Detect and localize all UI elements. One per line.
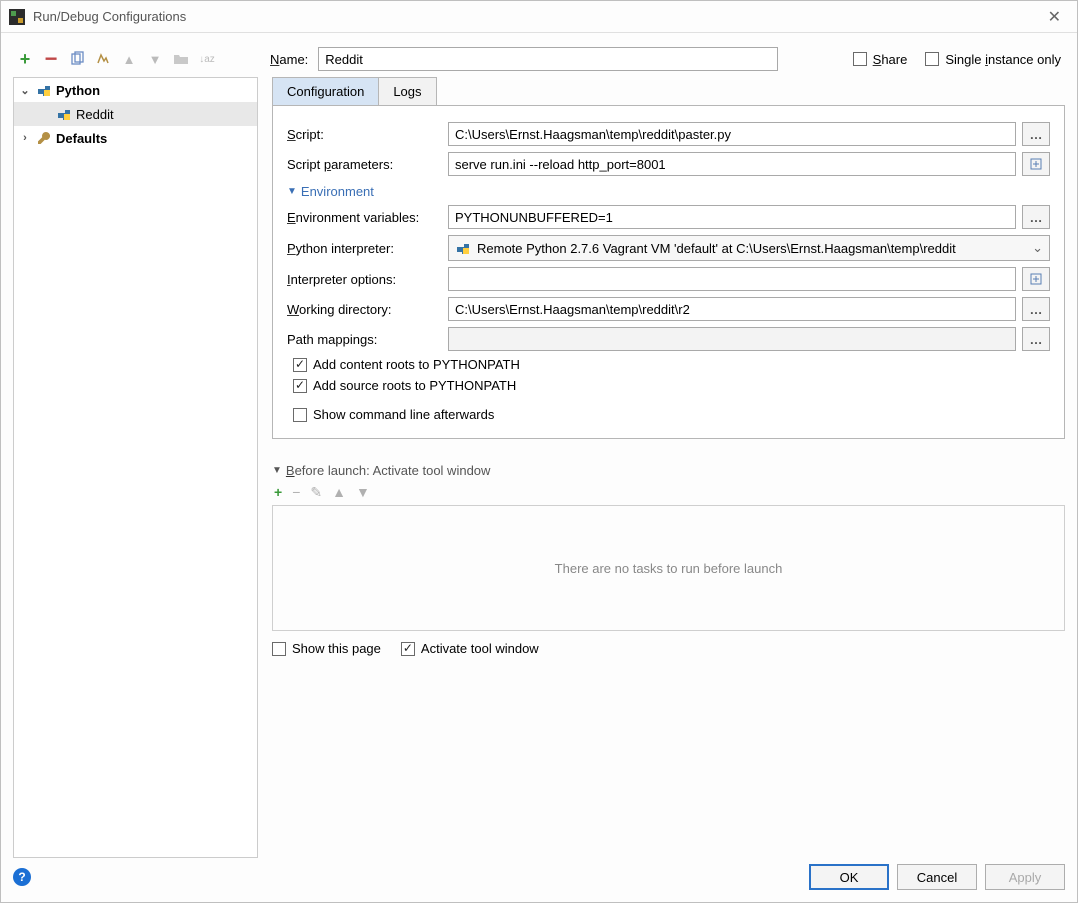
envvars-label: Environment variables: — [287, 210, 442, 225]
tasks-list: There are no tasks to run before launch — [272, 505, 1065, 631]
copy-config-button[interactable] — [67, 49, 87, 69]
expand-params-button[interactable] — [1022, 152, 1050, 176]
config-toolbar: + − ▲ ▼ ↓az — [13, 45, 258, 73]
pathmap-input[interactable] — [448, 327, 1016, 351]
before-launch-toolbar: + − ✎ ▲ ▼ — [272, 480, 1065, 505]
settings-icon[interactable] — [93, 49, 113, 69]
browse-workdir-button[interactable]: … — [1022, 297, 1050, 321]
folder-icon[interactable] — [171, 49, 191, 69]
dialog-body: + − ▲ ▼ ↓az Name: Share Single instance … — [1, 33, 1077, 902]
wrench-icon — [36, 130, 52, 146]
interpreter-label: Python interpreter: — [287, 241, 442, 256]
envvars-input[interactable] — [448, 205, 1016, 229]
name-label: Name: — [270, 52, 308, 67]
move-down-icon[interactable]: ▼ — [145, 49, 165, 69]
window-title: Run/Debug Configurations — [33, 9, 186, 24]
tree-item-defaults[interactable]: › Defaults — [14, 126, 257, 150]
config-panel: Configuration Logs Script: … Script para… — [258, 77, 1065, 858]
remove-task-button[interactable]: − — [292, 484, 300, 501]
before-launch-header[interactable]: ▼Before launch: Activate tool window — [272, 463, 1065, 478]
single-instance-checkbox[interactable]: Single instance only — [925, 52, 1061, 67]
dialog-window: Run/Debug Configurations ✕ + − ▲ ▼ ↓az N… — [0, 0, 1078, 903]
script-label: Script: — [287, 127, 442, 142]
configuration-panel: Script: … Script parameters: ▼Environmen… — [272, 106, 1065, 439]
tab-configuration[interactable]: Configuration — [272, 77, 379, 105]
expand-icon[interactable]: ⌄ — [18, 84, 32, 97]
empty-tasks-label: There are no tasks to run before launch — [555, 561, 783, 576]
remove-config-button[interactable]: − — [41, 49, 61, 69]
sort-az-icon[interactable]: ↓az — [197, 49, 217, 69]
tree-label: Python — [56, 83, 100, 98]
dialog-footer: ? OK Cancel Apply — [13, 858, 1065, 890]
tree-item-python[interactable]: ⌄ Python — [14, 78, 257, 102]
interp-opts-input[interactable] — [448, 267, 1016, 291]
show-this-page-checkbox[interactable]: Show this page — [272, 641, 381, 656]
python-icon — [455, 240, 471, 256]
interpreter-dropdown[interactable]: Remote Python 2.7.6 Vagrant VM 'default'… — [448, 235, 1050, 261]
python-icon — [56, 106, 72, 122]
python-icon — [36, 82, 52, 98]
add-content-roots-checkbox[interactable]: Add content roots to PYTHONPATH — [293, 357, 520, 372]
script-params-input[interactable] — [448, 152, 1016, 176]
interpreter-value: Remote Python 2.7.6 Vagrant VM 'default'… — [477, 241, 956, 256]
edit-envvars-button[interactable]: … — [1022, 205, 1050, 229]
ok-button[interactable]: OK — [809, 864, 889, 890]
config-tree: ⌄ Python Reddit › Defaults — [13, 77, 258, 858]
interp-opts-label: Interpreter options: — [287, 272, 442, 287]
close-icon[interactable]: ✕ — [1040, 5, 1069, 29]
activate-tool-window-checkbox[interactable]: Activate tool window — [401, 641, 539, 656]
tree-label: Defaults — [56, 131, 107, 146]
task-down-button[interactable]: ▼ — [356, 484, 370, 501]
tab-logs[interactable]: Logs — [378, 77, 436, 105]
task-up-button[interactable]: ▲ — [332, 484, 346, 501]
edit-pathmap-button[interactable]: … — [1022, 327, 1050, 351]
add-config-button[interactable]: + — [15, 49, 35, 69]
pathmap-label: Path mappings: — [287, 332, 442, 347]
name-input[interactable] — [318, 47, 778, 71]
help-icon[interactable]: ? — [13, 868, 31, 886]
app-icon — [9, 9, 25, 25]
show-cmdline-checkbox[interactable]: Show command line afterwards — [293, 407, 494, 422]
add-source-roots-checkbox[interactable]: Add source roots to PYTHONPATH — [293, 378, 516, 393]
env-section-header[interactable]: ▼Environment — [287, 184, 1050, 199]
titlebar: Run/Debug Configurations ✕ — [1, 1, 1077, 33]
script-params-label: Script parameters: — [287, 157, 442, 172]
main-area: ⌄ Python Reddit › Defaults Configuration — [13, 77, 1065, 858]
edit-task-button[interactable]: ✎ — [310, 484, 322, 501]
top-row: + − ▲ ▼ ↓az Name: Share Single instance … — [13, 45, 1065, 73]
cancel-button[interactable]: Cancel — [897, 864, 977, 890]
share-checkbox[interactable]: Share — [853, 52, 908, 67]
chevron-down-icon: ⌄ — [1032, 240, 1043, 256]
script-input[interactable] — [448, 122, 1016, 146]
workdir-input[interactable] — [448, 297, 1016, 321]
apply-button[interactable]: Apply — [985, 864, 1065, 890]
top-checkboxes: Share Single instance only — [853, 52, 1065, 67]
name-row: Name: Share Single instance only — [258, 45, 1065, 73]
move-up-icon[interactable]: ▲ — [119, 49, 139, 69]
tree-label: Reddit — [76, 107, 114, 122]
tree-item-reddit[interactable]: Reddit — [14, 102, 257, 126]
workdir-label: Working directory: — [287, 302, 442, 317]
expand-icon[interactable]: › — [18, 132, 32, 144]
browse-script-button[interactable]: … — [1022, 122, 1050, 146]
expand-interp-opts-button[interactable] — [1022, 267, 1050, 291]
add-task-button[interactable]: + — [274, 484, 282, 501]
tabs: Configuration Logs — [272, 77, 1065, 106]
